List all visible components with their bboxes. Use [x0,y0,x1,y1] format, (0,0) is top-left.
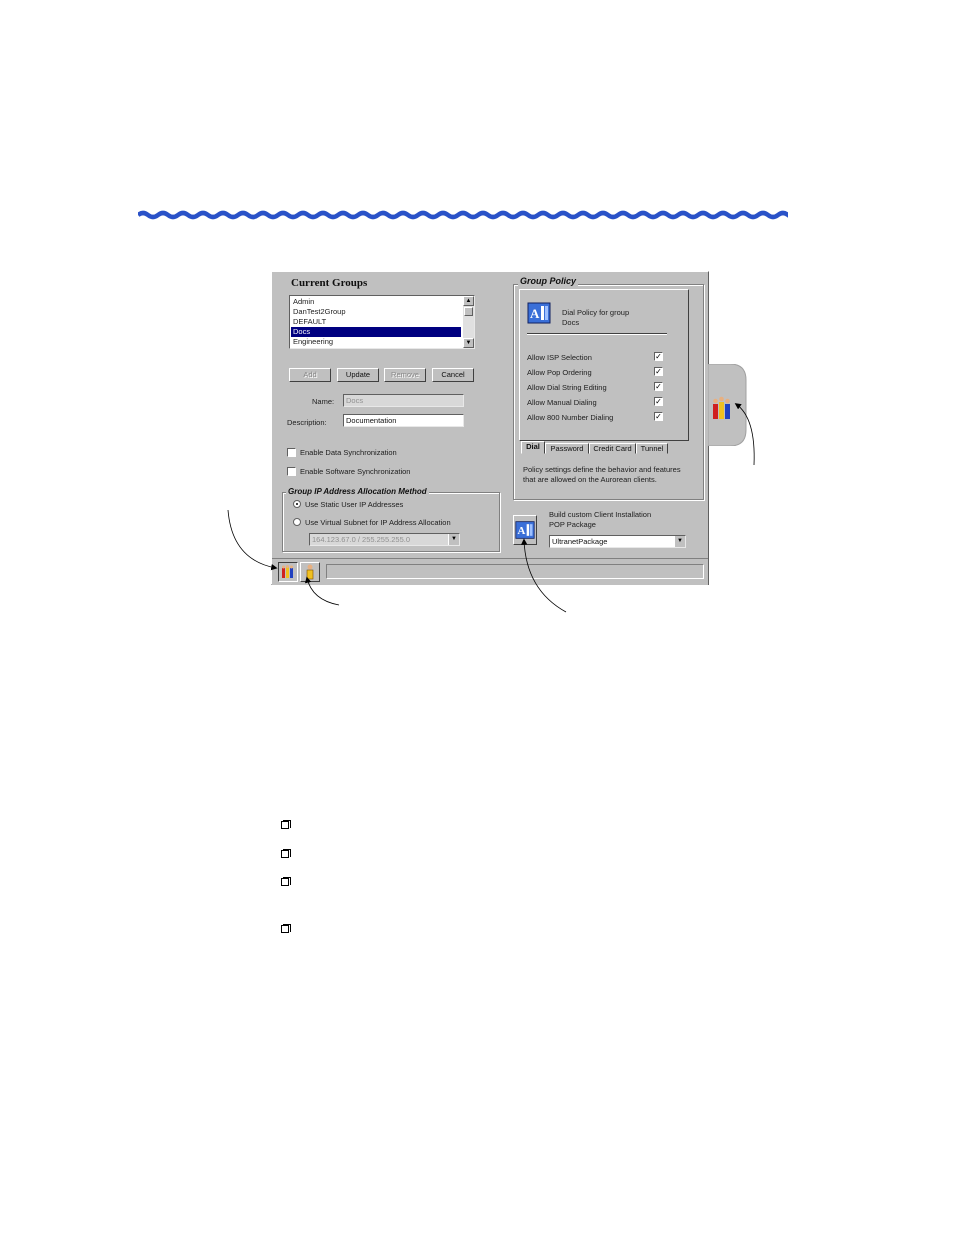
groups-view-button[interactable] [278,562,298,582]
policy-option-label: Allow Manual Dialing [527,398,597,407]
data-sync-label: Enable Data Synchronization [300,448,397,457]
user-icon [306,564,314,580]
bottom-toolbar [272,558,708,585]
policy-tabs: Dial Password Credit Card Tunnel [521,441,691,456]
policy-option-label: Allow ISP Selection [527,353,592,362]
virtual-subnet-radio[interactable] [293,518,301,526]
build-label-line2: POP Package [549,520,596,529]
virtual-subnet-label: Use Virtual Subnet for IP Address Alloca… [305,518,451,527]
list-scrollbar[interactable]: ▲ ▼ [463,296,474,348]
panel-title-line2: Docs [562,318,580,327]
svg-text:A: A [518,525,526,537]
policy-option-label: Allow Dial String Editing [527,383,607,392]
policy-description: Policy settings define the behavior and … [523,465,681,484]
group-policy-heading: Group Policy [518,276,579,286]
static-ip-label: Use Static User IP Addresses [305,500,404,509]
policy-option-label: Allow 800 Number Dialing [527,413,614,422]
description-field[interactable]: Documentation [343,414,464,427]
panel-title-line1: Dial Policy for group [562,308,630,317]
subnet-select[interactable]: 164.123.67.0 / 255.255.255.0 ▼ [309,533,460,546]
group-manager-window: Current Groups Admin DanTest2Group DEFAU… [271,271,709,585]
pop-ordering-checkbox[interactable]: ✓ [654,367,663,376]
package-icon: A [515,521,535,539]
bullet-box [281,849,291,859]
user-view-button[interactable] [300,562,320,582]
data-sync-checkbox[interactable] [287,448,296,457]
svg-text:A: A [530,306,540,321]
tab-dial[interactable]: Dial [521,441,545,454]
subnet-value: 164.123.67.0 / 255.255.255.0 [312,535,411,544]
policy-option-label: Allow Pop Ordering [527,368,592,377]
chevron-down-icon[interactable]: ▼ [674,536,685,547]
current-groups-heading: Current Groups [291,277,368,289]
panel-divider [527,333,667,335]
tab-password[interactable]: Password [545,443,589,454]
package-select[interactable]: UltranetPackage ▼ [549,535,686,548]
list-item[interactable]: DanTest2Group [291,307,461,317]
ip-allocation-heading: Group IP Address Allocation Method [286,487,429,496]
bullet-box [281,924,291,934]
software-sync-checkbox[interactable] [287,467,296,476]
list-item[interactable]: Admin [291,297,461,307]
description-label: Description: [287,418,327,427]
dial-policy-panel: A Dial Policy for group Docs Allow ISP S… [519,289,689,441]
groups-side-icon [713,396,730,419]
name-label: Name: [312,397,335,406]
name-field[interactable]: Docs [343,394,464,407]
build-label-line1: Build custom Client Installation [549,510,652,519]
list-item[interactable]: Engineering [291,337,461,347]
800-dialing-checkbox[interactable]: ✓ [654,412,663,421]
status-panel [326,564,704,579]
scroll-down-icon[interactable]: ▼ [463,338,474,348]
list-item[interactable]: DEFAULT [291,317,461,327]
remove-button[interactable]: Remove [384,368,426,382]
users-icon [282,565,293,578]
wave-divider [138,210,788,220]
bullet-box [281,877,291,887]
software-sync-label: Enable Software Synchronization [300,467,411,476]
build-package-button[interactable]: A [513,515,537,545]
cancel-button[interactable]: Cancel [432,368,474,382]
list-item-selected[interactable]: Docs [291,327,461,337]
policy-icon: A [527,302,551,324]
update-button[interactable]: Update [337,368,379,382]
add-button[interactable]: Add [289,368,331,382]
scroll-up-icon[interactable]: ▲ [463,296,474,306]
package-value: UltranetPackage [552,537,608,546]
groups-list[interactable]: Admin DanTest2Group DEFAULT Docs Enginee… [289,295,475,349]
static-ip-radio[interactable] [293,500,301,508]
tab-tunnel[interactable]: Tunnel [636,443,668,454]
dial-string-checkbox[interactable]: ✓ [654,382,663,391]
manual-dialing-checkbox[interactable]: ✓ [654,397,663,406]
isp-selection-checkbox[interactable]: ✓ [654,352,663,361]
chevron-down-icon[interactable]: ▼ [448,534,459,545]
bullet-box [281,820,291,830]
tab-credit-card[interactable]: Credit Card [589,443,636,454]
scroll-thumb[interactable] [464,307,473,316]
